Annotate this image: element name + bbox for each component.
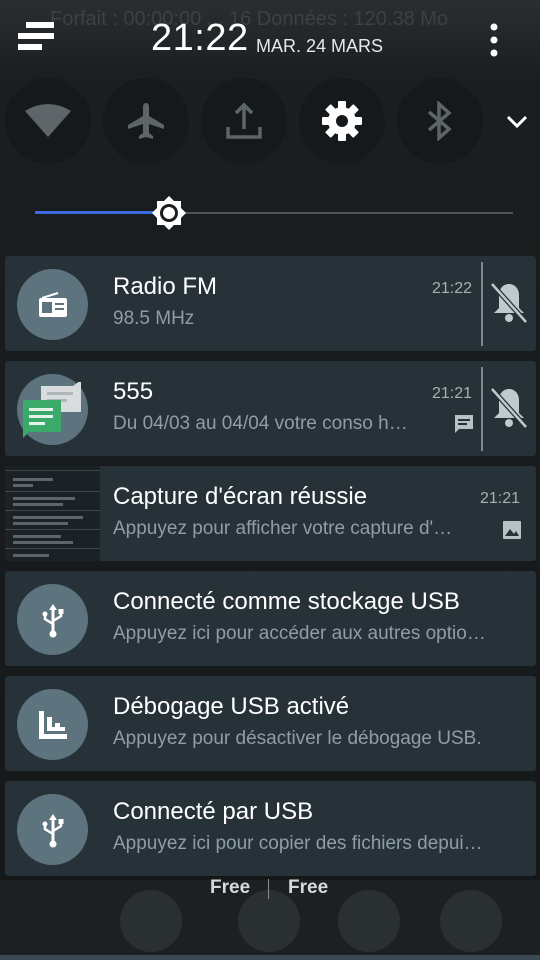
notification-title: Connecté par USB xyxy=(113,798,314,825)
notification-icon xyxy=(17,794,88,865)
data-transfer-icon xyxy=(226,102,262,139)
image-icon xyxy=(503,521,521,539)
notification-time: 21:22 xyxy=(432,280,473,297)
divider xyxy=(481,367,483,451)
notification-title: Connecté comme stockage USB xyxy=(113,588,460,615)
background-bottom-bar xyxy=(0,955,540,960)
notification-icon xyxy=(17,374,88,445)
usb-icon xyxy=(42,603,63,637)
divider xyxy=(481,262,483,346)
usb-icon xyxy=(42,813,63,847)
date[interactable]: MAR. 24 MARS xyxy=(256,36,383,57)
notification-radio-fm[interactable]: Radio FM 98.5 MHz 21:22 xyxy=(5,256,536,351)
notification-subtitle: Appuyez pour afficher votre capture d'… xyxy=(113,518,453,539)
notification-header: 21:22 MAR. 24 MARS xyxy=(0,0,540,78)
radio-icon xyxy=(38,291,67,317)
settings-button[interactable] xyxy=(299,78,385,164)
notification-subtitle: Appuyez ici pour accéder aux autres opti… xyxy=(113,623,486,644)
wifi-icon xyxy=(25,104,71,137)
message-icon xyxy=(455,415,473,433)
notification-title: Radio FM xyxy=(113,273,218,300)
quick-settings xyxy=(0,78,540,164)
brightness-slider[interactable] xyxy=(0,190,540,238)
debug-icon xyxy=(38,710,67,739)
chevron-down-icon[interactable] xyxy=(500,104,534,138)
notification-time: 21:21 xyxy=(432,385,473,402)
notification-title: 555 xyxy=(113,378,154,405)
mute-notification-icon[interactable] xyxy=(486,278,532,328)
airplane-icon xyxy=(128,103,164,139)
notification-icon xyxy=(17,269,88,340)
clock[interactable]: 21:22 xyxy=(151,17,249,60)
screenshot-thumbnail xyxy=(5,466,100,561)
notification-subtitle: Du 04/03 au 04/04 votre conso h… xyxy=(113,413,408,434)
carrier-name-sim1: Free xyxy=(210,877,251,898)
notification-time: 21:21 xyxy=(480,490,521,507)
menu-icon[interactable] xyxy=(16,22,58,52)
overflow-menu-icon[interactable] xyxy=(485,23,503,57)
notification-title: Capture d'écran réussie xyxy=(113,483,368,510)
brightness-icon[interactable] xyxy=(147,191,191,235)
notification-usb-connected[interactable]: Connecté par USB Appuyez ici pour copier… xyxy=(5,781,536,876)
gear-icon xyxy=(322,101,362,141)
bluetooth-icon xyxy=(427,101,452,141)
bluetooth-toggle[interactable] xyxy=(397,78,483,164)
notification-subtitle: Appuyez ici pour copier des fichiers dep… xyxy=(113,833,483,854)
notification-title: Débogage USB activé xyxy=(113,693,350,720)
notification-sms-555[interactable]: 555 Du 04/03 au 04/04 votre conso h… 21:… xyxy=(5,361,536,456)
carrier-labels: Free Free xyxy=(0,877,540,903)
wifi-toggle[interactable] xyxy=(5,78,91,164)
divider xyxy=(268,879,269,899)
airplane-mode-toggle[interactable] xyxy=(103,78,189,164)
notification-subtitle: 98.5 MHz xyxy=(113,308,195,329)
notification-icon xyxy=(17,584,88,655)
notification-subtitle: Appuyez pour désactiver le débogage USB. xyxy=(113,728,482,749)
messaging-icon xyxy=(22,381,81,438)
notification-usb-debugging[interactable]: Débogage USB activé Appuyez pour désacti… xyxy=(5,676,536,771)
mute-notification-icon[interactable] xyxy=(486,383,532,433)
notification-usb-storage[interactable]: Connecté comme stockage USB Appuyez ici … xyxy=(5,571,536,666)
carrier-name-sim2: Free xyxy=(288,877,329,898)
data-transfer-toggle[interactable] xyxy=(201,78,287,164)
notification-icon xyxy=(17,689,88,760)
notification-screenshot[interactable]: Capture d'écran réussie Appuyez pour aff… xyxy=(5,466,536,561)
